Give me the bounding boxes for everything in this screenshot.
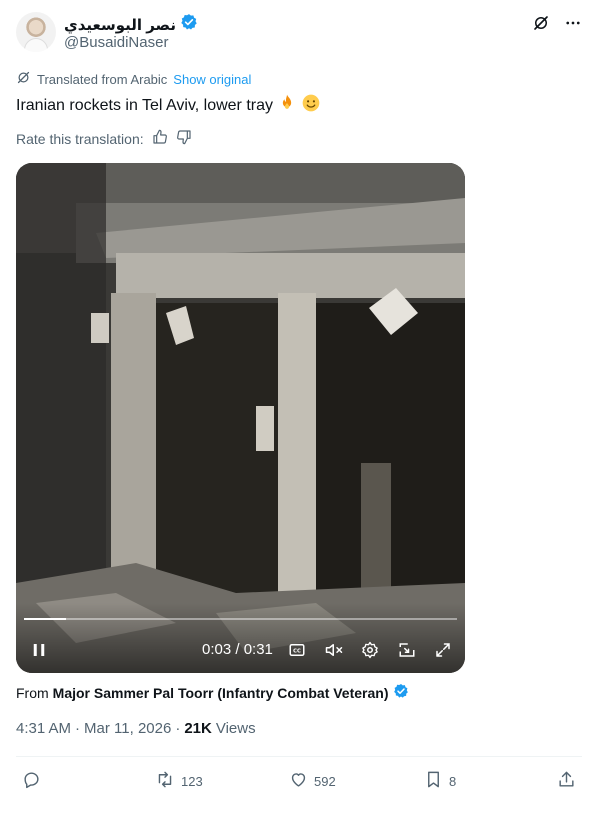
reply-button[interactable] — [22, 770, 47, 792]
heart-icon — [289, 770, 308, 792]
rate-translation-label: Rate this translation: — [16, 130, 144, 147]
tweet-top-actions — [532, 14, 582, 37]
translation-label: Translated from Arabic — [37, 71, 168, 87]
svg-text:CC: CC — [293, 649, 301, 655]
video-attribution: From Major Sammer Pal Toorr (Infantry Co… — [16, 683, 409, 702]
tweet-meta: 4:31 AM · Mar 11, 2026 · 21K Views — [16, 720, 256, 737]
translation-row: Translated from Arabic Show original — [16, 70, 251, 88]
author-name-row[interactable]: نصر البوسعيدي — [64, 13, 198, 36]
attribution-prefix: From — [16, 684, 49, 701]
picture-in-picture-icon[interactable] — [398, 641, 416, 664]
like-count: 592 — [314, 773, 336, 789]
tweet-text: Iranian rockets in Tel Aviv, lower tray — [16, 93, 321, 118]
muted-volume-icon[interactable] — [324, 641, 344, 664]
rate-translation-row: Rate this translation: — [16, 129, 192, 148]
reply-icon — [22, 770, 41, 792]
share-icon — [557, 770, 576, 792]
repost-count: 123 — [181, 773, 203, 789]
thumbs-up-icon[interactable] — [152, 129, 168, 148]
meta-separator: · — [175, 720, 181, 737]
captions-icon[interactable]: CC — [288, 641, 306, 664]
views-label: Views — [215, 720, 256, 737]
bookmark-icon — [424, 770, 443, 792]
meta-separator: · — [75, 720, 81, 737]
fire-emoji-icon — [277, 93, 297, 118]
verified-badge-icon — [393, 683, 409, 702]
thumbs-down-icon[interactable] — [176, 129, 192, 148]
tweet-time[interactable]: 4:31 AM — [16, 720, 71, 737]
author-display-name[interactable]: نصر البوسعيدي — [64, 16, 176, 34]
verified-badge-icon — [180, 13, 198, 36]
author-handle[interactable]: @BusaidiNaser — [64, 34, 168, 51]
grok-icon[interactable] — [532, 14, 550, 37]
bookmark-button[interactable]: 8 — [424, 770, 456, 792]
fullscreen-icon[interactable] — [434, 641, 452, 664]
views-count: 21K — [184, 720, 212, 737]
more-options-icon[interactable] — [564, 14, 582, 37]
video-progress-fill — [24, 618, 66, 620]
bookmark-count: 8 — [449, 773, 457, 789]
translate-icon — [16, 70, 31, 88]
attribution-source-link[interactable]: Major Sammer Pal Toorr (Infantry Combat … — [53, 685, 389, 701]
video-time: 0:03 / 0:31 — [202, 641, 273, 658]
video-player[interactable]: 0:03 / 0:31 CC — [16, 163, 465, 673]
like-button[interactable]: 592 — [289, 770, 336, 792]
divider — [16, 756, 582, 757]
video-frame — [16, 163, 465, 673]
video-progress-bar[interactable] — [24, 618, 457, 620]
pause-icon[interactable] — [30, 641, 48, 664]
share-button[interactable] — [557, 770, 576, 792]
smiling-face-emoji-icon — [301, 93, 321, 118]
show-original-link[interactable]: Show original — [173, 72, 251, 87]
tweet-body: Iranian rockets in Tel Aviv, lower tray — [16, 96, 273, 114]
settings-gear-icon[interactable] — [361, 641, 379, 664]
avatar[interactable] — [16, 12, 56, 52]
tweet-date[interactable]: Mar 11, 2026 — [84, 720, 171, 737]
video-controls: 0:03 / 0:31 CC — [16, 637, 465, 663]
repost-button[interactable]: 123 — [155, 770, 203, 792]
repost-icon — [155, 770, 175, 792]
